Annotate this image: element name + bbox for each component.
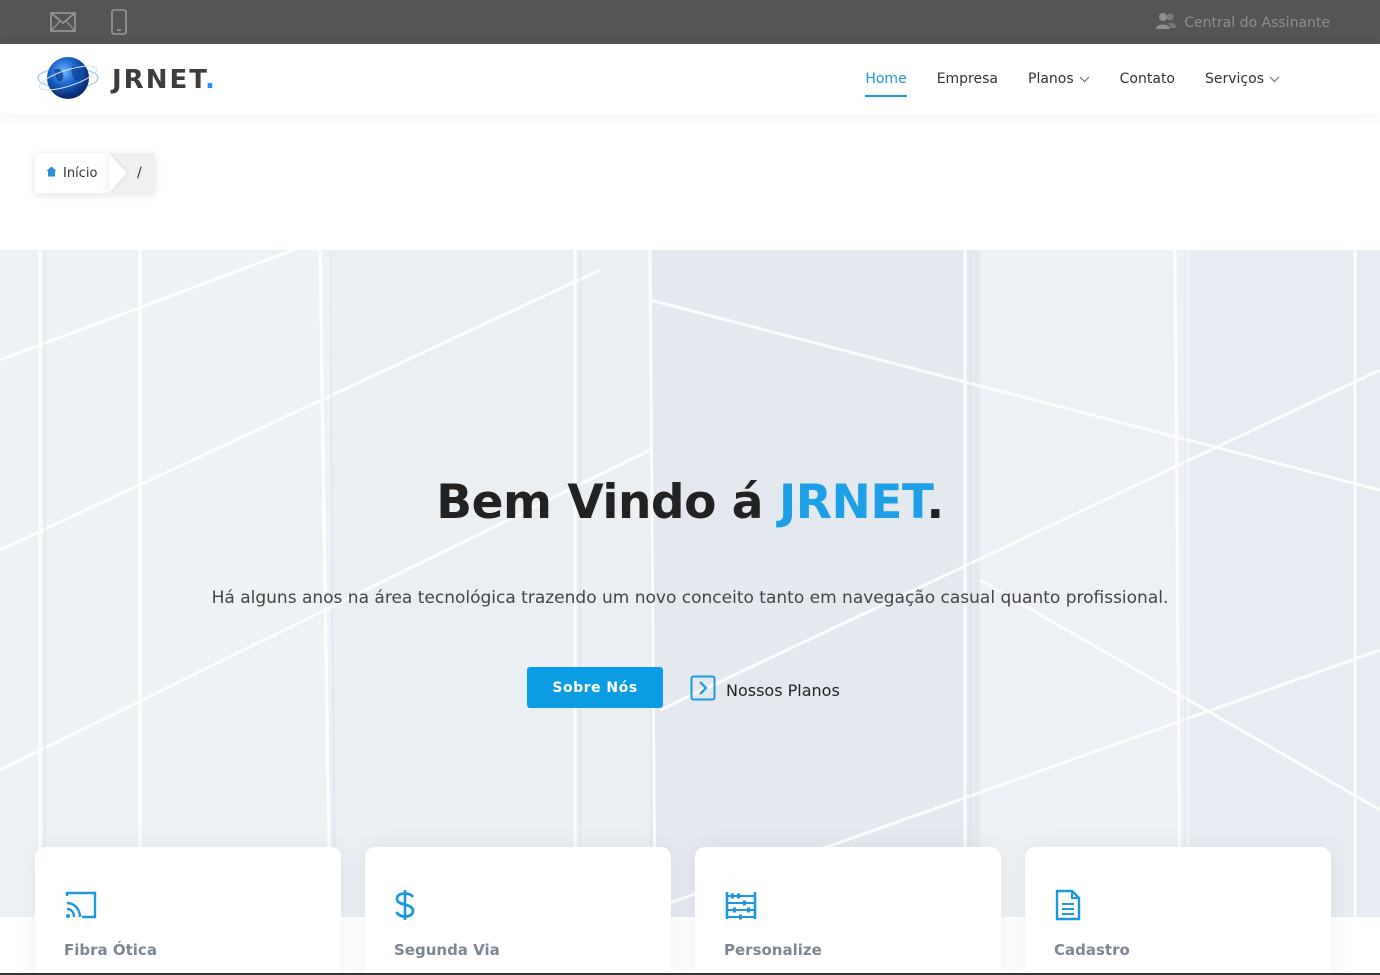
hero-background-image: [0, 250, 1380, 917]
feature-card-fibra-otica[interactable]: Fibra Ótica: [35, 847, 341, 975]
subscriber-center-label: Central do Assinante: [1184, 15, 1330, 31]
logo-text: JRNET.: [112, 65, 217, 95]
feature-title: Cadastro: [1054, 941, 1130, 959]
logo[interactable]: JRNET.: [36, 52, 217, 108]
nav-empresa[interactable]: Empresa: [937, 71, 998, 87]
abacus-icon: [724, 889, 972, 921]
hero-section: Bem Vindo á JRNET. Há alguns anos na áre…: [0, 250, 1380, 917]
globe-logo-icon: [36, 52, 100, 108]
subscriber-center-link[interactable]: Central do Assinante: [1156, 12, 1330, 34]
feature-title: Segunda Via: [394, 941, 500, 959]
top-bar: Central do Assinante: [0, 0, 1380, 44]
our-plans-label: Nossos Planos: [726, 680, 840, 700]
breadcrumb: Início /: [35, 153, 156, 193]
users-icon: [1156, 12, 1177, 34]
feature-card-personalize[interactable]: Personalize: [695, 847, 1001, 975]
hero-subtitle: Há alguns anos na área tecnológica traze…: [211, 588, 1169, 608]
home-icon: [46, 166, 57, 181]
nav-planos[interactable]: Planos: [1028, 71, 1090, 87]
cast-icon: [64, 889, 312, 921]
about-us-button[interactable]: Sobre Nós: [527, 667, 663, 708]
feature-cards: Fibra Ótica Segunda Via Personalize Cada…: [0, 847, 1380, 975]
chevron-down-icon: [1269, 71, 1280, 87]
our-plans-link[interactable]: Nossos Planos: [690, 675, 840, 705]
nav-servicos[interactable]: Serviços: [1205, 71, 1280, 87]
main-nav: Home Empresa Planos Contato Serviços: [865, 44, 1280, 114]
feature-title: Personalize: [724, 941, 822, 959]
chevron-down-icon: [1079, 71, 1090, 87]
hero-title: Bem Vindo á JRNET.: [436, 475, 944, 530]
nav-contato[interactable]: Contato: [1120, 71, 1175, 87]
feature-card-segunda-via[interactable]: Segunda Via: [365, 847, 671, 975]
breadcrumb-home[interactable]: Início: [35, 153, 110, 193]
site-header: JRNET. Home Empresa Planos Contato Servi…: [0, 44, 1380, 114]
chevron-right-box-icon: [690, 675, 716, 705]
mobile-phone-icon[interactable]: [106, 9, 132, 35]
breadcrumb-arrow: [109, 153, 128, 193]
feature-title: Fibra Ótica: [64, 941, 157, 959]
dollar-icon: [394, 889, 642, 921]
feature-card-cadastro[interactable]: Cadastro: [1025, 847, 1331, 975]
nav-home[interactable]: Home: [865, 71, 908, 97]
envelope-icon[interactable]: [50, 10, 76, 34]
breadcrumb-home-label: Início: [63, 165, 98, 181]
document-icon: [1054, 889, 1302, 921]
